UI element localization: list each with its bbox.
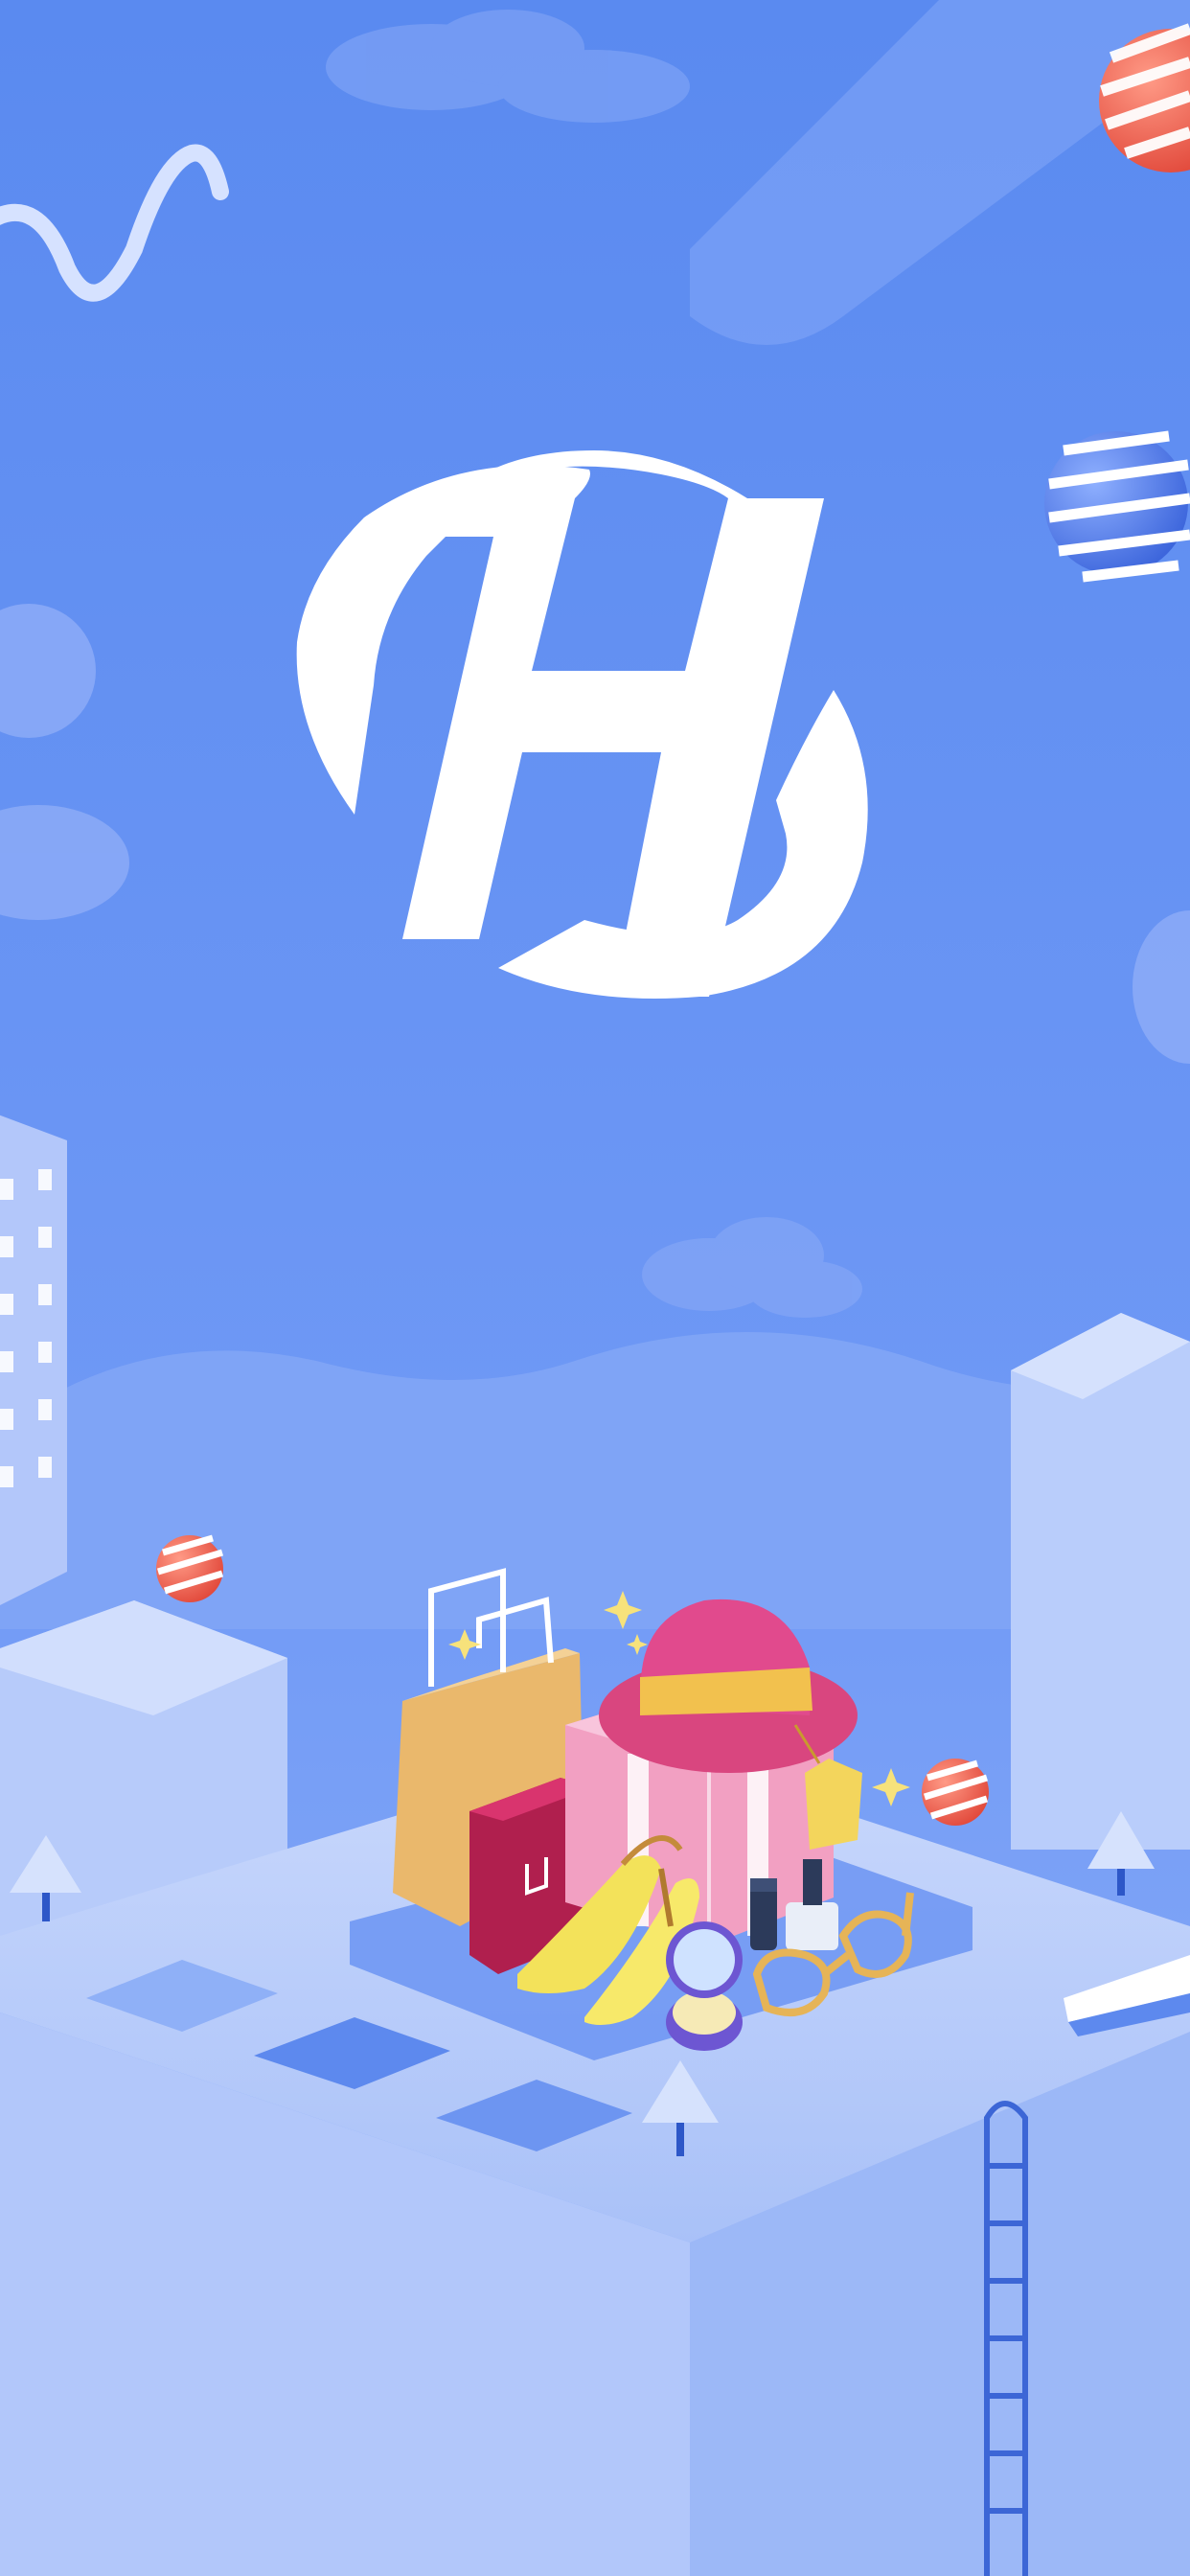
- ball-red-right: [922, 1759, 989, 1826]
- building-left: [0, 1115, 67, 1605]
- building-right: [1011, 1313, 1190, 1850]
- ball-red-left: [156, 1534, 224, 1602]
- compact-mirror: [666, 1921, 743, 2051]
- splash-screen: [0, 0, 1190, 2576]
- lipstick: [750, 1878, 777, 1950]
- splash-illustration: [0, 0, 1190, 2576]
